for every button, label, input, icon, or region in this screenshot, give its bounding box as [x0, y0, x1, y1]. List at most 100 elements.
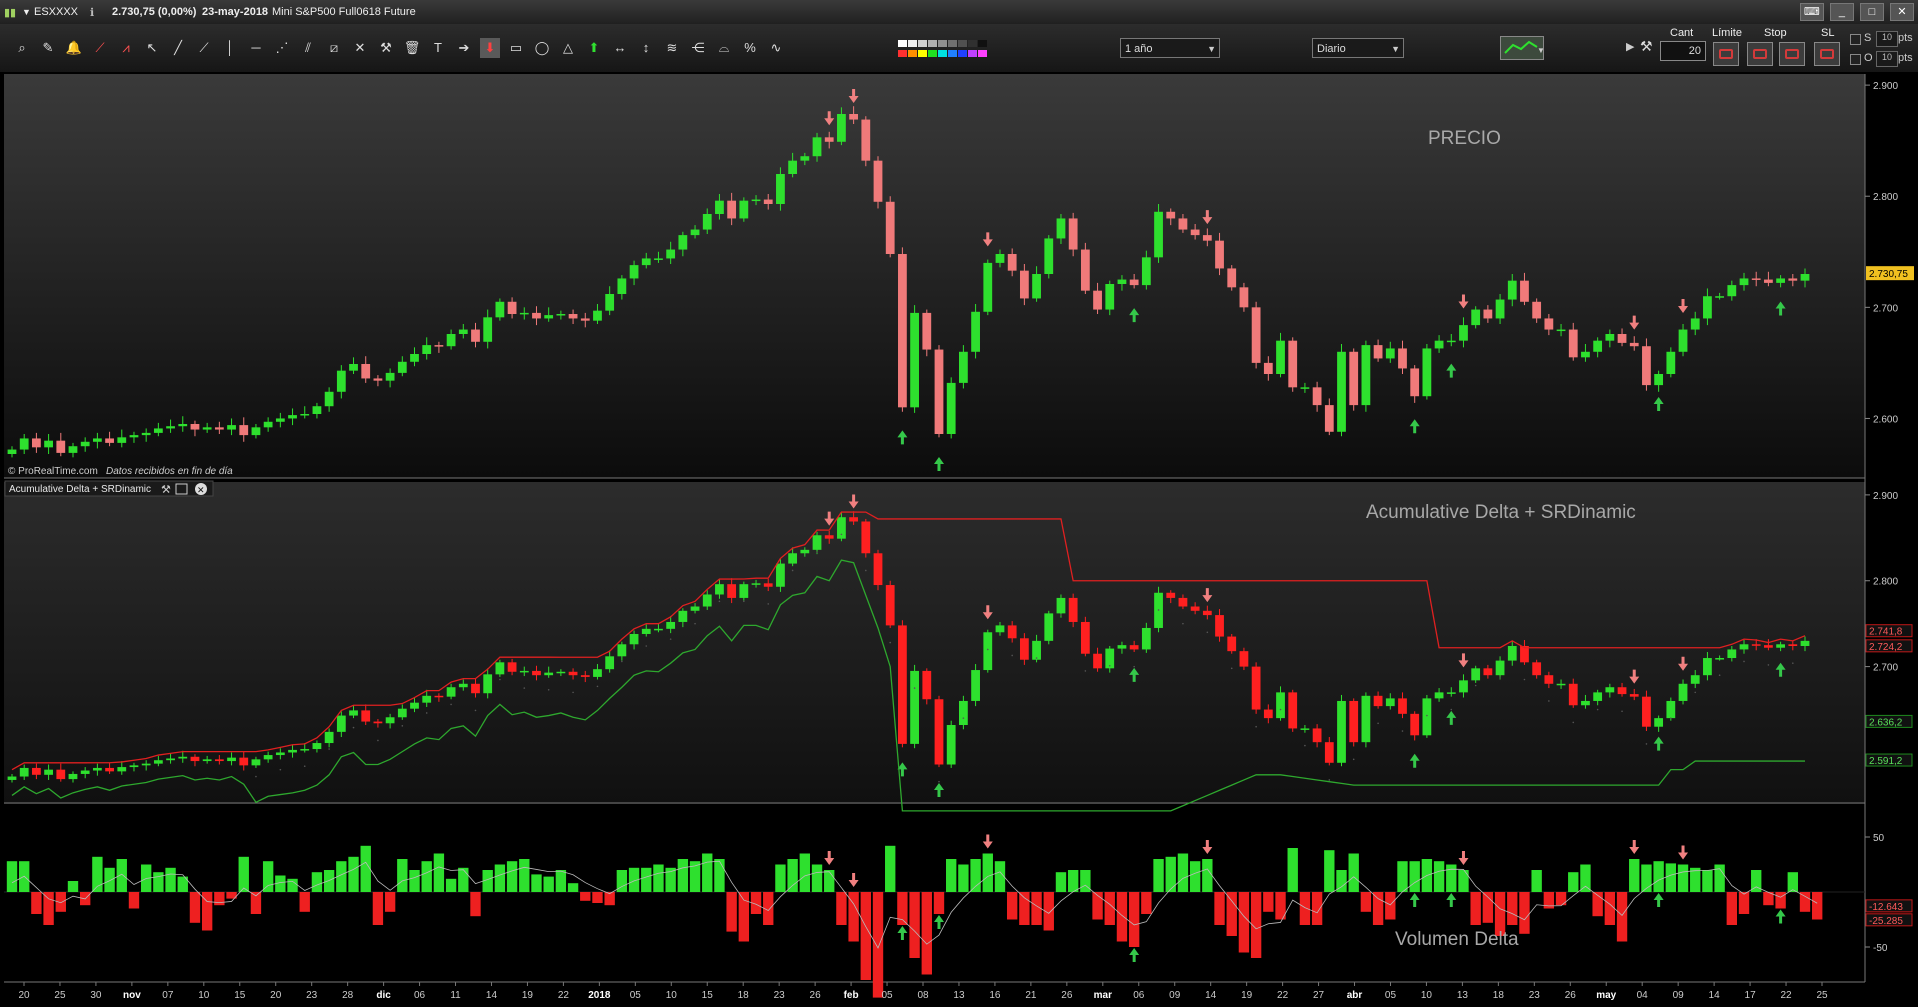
drawing-toolbar: ⌕ ✎ 🔔 ⟋ ⩘ ↖ ╱ ⟋ │ ─ ⋰ ⫽ ⧄ ✕ ⚒ 🗑 T ➔ ⬇ ▭ ◯ △ ⬆ ↔ ↕ ≋ ⋲ ⌓% ∿ 1 año ▼ D…	[0, 24, 1918, 73]
checkbox-s[interactable]	[1850, 34, 1861, 45]
info-icon[interactable]: ℹ	[90, 6, 94, 19]
color-swatch[interactable]	[928, 50, 937, 57]
channel-icon[interactable]: ⧄	[324, 38, 344, 58]
horizontal-line-icon[interactable]: ─	[246, 38, 266, 58]
color-swatch[interactable]	[898, 40, 907, 47]
delta-candle	[1093, 653, 1102, 669]
keyboard-icon[interactable]: ⌨	[1799, 3, 1824, 21]
line-icon[interactable]: ⟋	[194, 38, 214, 58]
price-candle	[1642, 346, 1651, 386]
quote-date: 23-may-2018	[202, 6, 269, 18]
timeframe-select[interactable]: Diario ▼	[1312, 38, 1404, 58]
price-candle	[385, 372, 395, 381]
delta-candle	[1459, 680, 1468, 693]
price-candle	[1251, 307, 1261, 363]
period-select[interactable]: 1 año ▼	[1120, 38, 1220, 58]
price-candle	[1776, 278, 1785, 283]
volume-bar	[1189, 861, 1201, 892]
color-swatch[interactable]	[898, 50, 907, 57]
fibonacci-icon[interactable]: ≋	[662, 38, 682, 58]
delta-candle	[958, 700, 968, 726]
price-candle	[995, 254, 1005, 263]
trend-icon[interactable]: ⟋	[90, 38, 110, 58]
color-swatch[interactable]	[978, 50, 987, 57]
color-swatch[interactable]	[948, 40, 957, 47]
fan-icon[interactable]: ⋰	[272, 38, 292, 58]
checkbox-o[interactable]	[1850, 54, 1861, 65]
color-swatch[interactable]	[948, 50, 957, 57]
rectangle-icon[interactable]: ▭	[506, 38, 526, 58]
symbol-label[interactable]: ESXXXX	[34, 6, 78, 18]
zoom-icon[interactable]: ⌕	[12, 38, 32, 58]
color-swatch[interactable]	[938, 40, 947, 47]
collapse-arrow-icon[interactable]: ▶	[1626, 40, 1634, 53]
dotted-midline	[474, 709, 477, 712]
color-swatch[interactable]	[918, 50, 927, 57]
price-candle	[1361, 345, 1371, 406]
price-candle	[1544, 318, 1554, 330]
color-swatch[interactable]	[918, 40, 927, 47]
color-swatch[interactable]	[928, 40, 937, 47]
wave-icon[interactable]: ∿	[766, 38, 786, 58]
percent-icon[interactable]: %	[740, 38, 760, 58]
wrench-icon[interactable]: ⚒	[161, 484, 171, 496]
delta-candle	[1349, 700, 1359, 743]
color-swatch[interactable]	[908, 40, 917, 47]
delta-candle	[44, 769, 53, 775]
delta-candle	[397, 708, 407, 718]
chart-style-button[interactable]: ▼	[1500, 36, 1545, 60]
volume-bar	[445, 878, 457, 892]
wrench-icon[interactable]: ⚒	[1640, 38, 1653, 55]
delta-candle	[1410, 713, 1420, 736]
color-swatch[interactable]	[908, 50, 917, 57]
triangle-icon[interactable]: △	[558, 38, 578, 58]
arrow-down-icon[interactable]: ⬇	[480, 38, 500, 58]
arrow-up-icon[interactable]: ⬆	[584, 38, 604, 58]
arrow-right-icon[interactable]: ➔	[454, 38, 474, 58]
price-candle	[202, 427, 212, 430]
color-swatch[interactable]	[968, 50, 977, 57]
regression-icon[interactable]: ⫽	[298, 38, 318, 58]
text-icon[interactable]: T	[428, 38, 448, 58]
volume-bar	[1104, 892, 1115, 925]
alert-bell-icon[interactable]: 🔔	[64, 38, 84, 58]
dropdown-arrow-icon[interactable]: ▼	[22, 7, 31, 17]
color-swatch[interactable]	[938, 50, 947, 57]
chart-area[interactable]: 2.900 2.800 2.700 2.600 2.900 2.800 2.700 2.730…	[0, 72, 1918, 1007]
cursor-icon[interactable]: ↖	[142, 38, 162, 58]
delete-icon[interactable]: 🗑	[402, 38, 422, 58]
delta-candle	[763, 583, 773, 587]
volume-bar	[6, 861, 18, 892]
stop-order-button[interactable]	[1747, 42, 1773, 66]
quantity-input[interactable]: 20	[1660, 41, 1706, 61]
s-points-input[interactable]: 10	[1876, 31, 1898, 47]
delta-candle	[837, 517, 846, 539]
ellipse-icon[interactable]: ◯	[532, 38, 552, 58]
color-swatch[interactable]	[978, 40, 987, 47]
vertical-measure-icon[interactable]: ↕	[636, 38, 656, 58]
measure-icon[interactable]: ↔	[610, 38, 630, 58]
volume-bar	[1775, 892, 1786, 909]
fibonacci-fan-icon[interactable]: ⋲	[688, 38, 708, 58]
volume-bar	[653, 864, 664, 892]
o-points-input[interactable]: 10	[1876, 51, 1898, 67]
color-swatch[interactable]	[958, 40, 967, 47]
vertical-line-icon[interactable]: │	[220, 38, 240, 58]
maximize-icon[interactable]: □	[1859, 3, 1884, 21]
color-swatch[interactable]	[968, 40, 977, 47]
stop-limit-order-button[interactable]	[1779, 42, 1805, 66]
volume-level-label: -25.285	[1869, 916, 1903, 927]
zigzag-icon[interactable]: ⩘	[116, 38, 136, 58]
price-candle	[1666, 351, 1676, 374]
segment-icon[interactable]: ╱	[168, 38, 188, 58]
stop-loss-button[interactable]	[1814, 42, 1840, 66]
volume-bar	[311, 872, 323, 892]
pencil-icon[interactable]: ✎	[38, 38, 58, 58]
limit-order-button[interactable]	[1713, 42, 1739, 66]
erase-all-icon[interactable]: ⚒	[376, 38, 396, 58]
minimize-icon[interactable]: _	[1829, 3, 1854, 21]
close-icon[interactable]: ✕	[1890, 3, 1914, 21]
color-swatch[interactable]	[958, 50, 967, 57]
cross-icon[interactable]: ✕	[350, 38, 370, 58]
fibonacci-arc-icon[interactable]: ⌓	[714, 38, 734, 58]
